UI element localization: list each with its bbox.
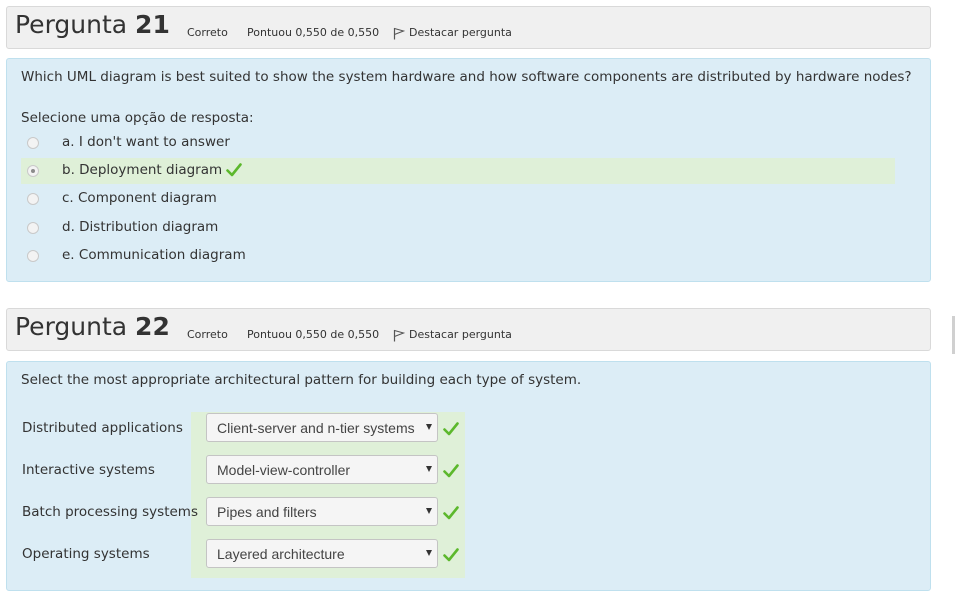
caret-down-icon [426, 424, 432, 430]
question-number: 22 [135, 312, 170, 341]
answer-option-label: c. Component diagram [62, 190, 217, 206]
flag-question-link[interactable]: Destacar pergunta [409, 328, 512, 341]
question-header: Pergunta 22 Correto Pontuou 0,550 de 0,5… [6, 308, 931, 351]
question-text: Select the most appropriate architectura… [21, 372, 582, 388]
question-content: Which UML diagram is best suited to show… [6, 58, 931, 282]
match-label: Batch processing systems [22, 504, 198, 520]
match-label: Distributed applications [22, 420, 183, 436]
match-select-value: Client-server and n-tier systems [217, 420, 415, 436]
answer-option-label-wrap: b. Deployment diagram [62, 162, 243, 178]
check-icon [443, 548, 459, 562]
match-select[interactable]: Model-view-controller [206, 455, 438, 484]
flag-icon[interactable] [393, 27, 405, 40]
question-title-word: Pergunta [15, 10, 128, 39]
match-select[interactable]: Client-server and n-tier systems [206, 413, 438, 442]
answer-option-label: e. Communication diagram [62, 247, 246, 263]
match-select-value: Layered architecture [217, 546, 345, 562]
answer-option[interactable]: a. I don't want to answer [21, 130, 621, 156]
match-label: Operating systems [22, 546, 150, 562]
question-title: Pergunta 22 [15, 312, 170, 341]
flag-question-link[interactable]: Destacar pergunta [409, 26, 512, 39]
check-icon [443, 506, 459, 520]
question-score: Pontuou 0,550 de 0,550 [247, 328, 380, 341]
caret-down-icon [426, 466, 432, 472]
match-select[interactable]: Layered architecture [206, 539, 438, 568]
check-icon [443, 464, 459, 478]
question-score: Pontuou 0,550 de 0,550 [247, 26, 380, 39]
check-icon [443, 422, 459, 436]
radio-icon[interactable] [27, 137, 39, 149]
question-text: Which UML diagram is best suited to show… [21, 69, 912, 85]
question-title: Pergunta 21 [15, 10, 170, 39]
answer-option[interactable]: d. Distribution diagram [21, 215, 621, 241]
match-select[interactable]: Pipes and filters [206, 497, 438, 526]
answer-option-label: d. Distribution diagram [62, 219, 219, 235]
question-title-word: Pergunta [15, 312, 128, 341]
match-label: Interactive systems [22, 462, 155, 478]
match-select-value: Pipes and filters [217, 504, 317, 520]
question-status: Correto [187, 26, 228, 39]
answer-option-label: b. Deployment diagram [62, 162, 223, 178]
question-status: Correto [187, 328, 228, 341]
caret-down-icon [426, 550, 432, 556]
answer-option[interactable]: e. Communication diagram [21, 243, 621, 269]
flag-icon[interactable] [393, 329, 405, 342]
question-content: Select the most appropriate architectura… [6, 361, 931, 591]
match-select-value: Model-view-controller [217, 462, 351, 478]
answer-option-correct[interactable]: b. Deployment diagram [21, 158, 895, 184]
answer-option[interactable]: c. Component diagram [21, 186, 621, 212]
check-icon [226, 163, 243, 177]
answer-option-label: a. I don't want to answer [62, 134, 230, 150]
question-number: 21 [135, 10, 170, 39]
radio-icon[interactable] [27, 222, 39, 234]
radio-icon[interactable] [27, 165, 39, 177]
radio-icon[interactable] [27, 250, 39, 262]
question-header: Pergunta 21 Correto Pontuou 0,550 de 0,5… [6, 6, 931, 49]
radio-icon[interactable] [27, 193, 39, 205]
caret-down-icon [426, 508, 432, 514]
answer-prompt: Selecione uma opção de resposta: [21, 110, 254, 126]
